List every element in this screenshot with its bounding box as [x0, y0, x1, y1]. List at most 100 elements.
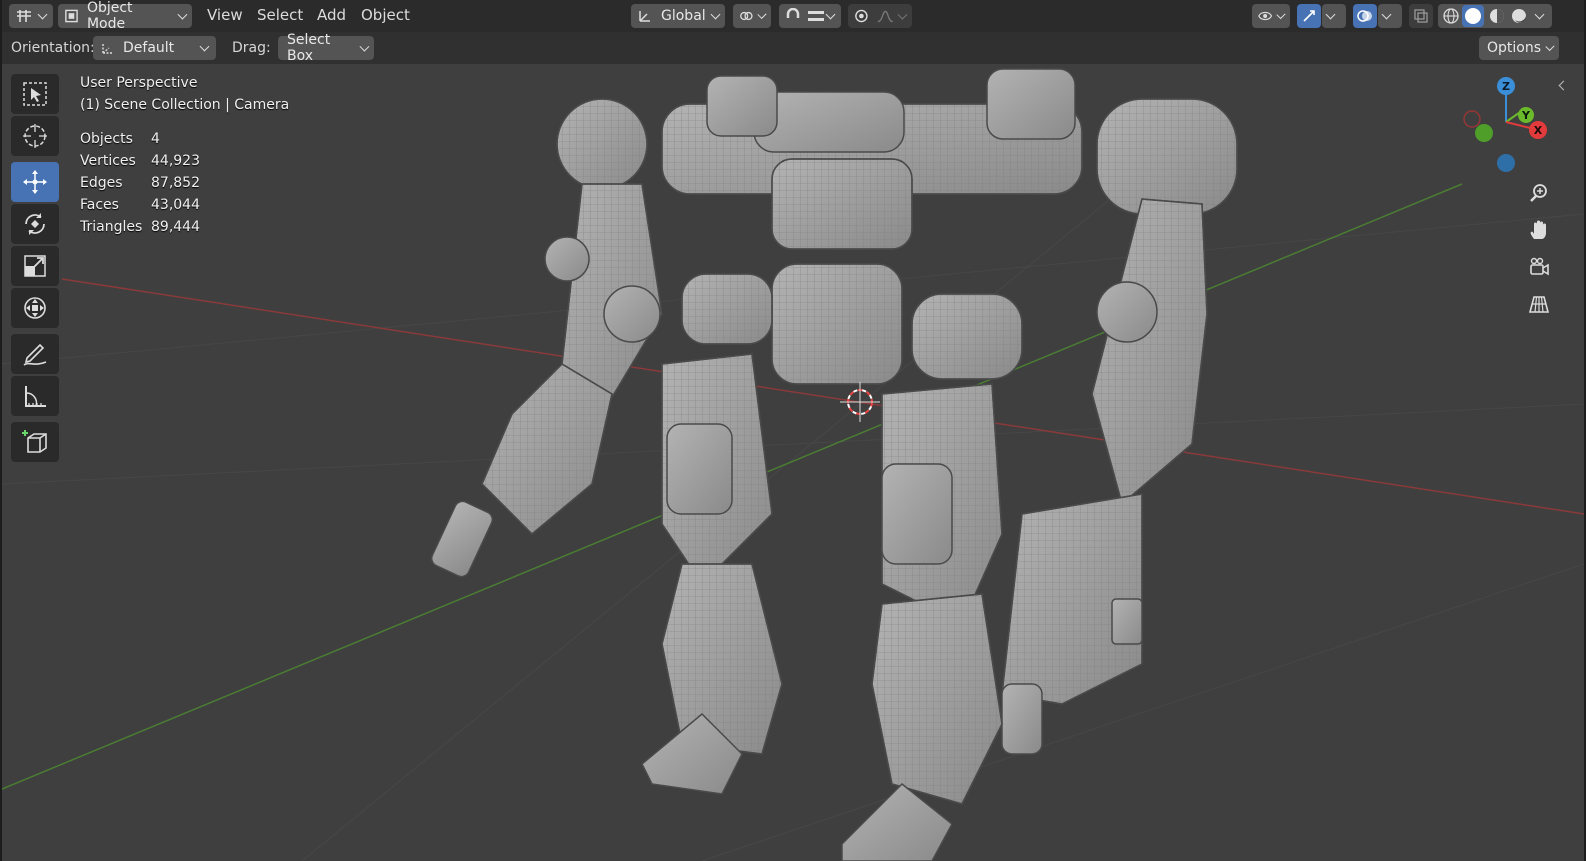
select-box-icon [23, 82, 47, 106]
tool-settings-bar: Orientation: Default Drag: Select Box Op… [2, 32, 1584, 64]
xray-icon [1414, 9, 1428, 23]
rotate-tool[interactable] [11, 204, 59, 244]
orientation-axes-icon [639, 11, 650, 22]
visibility-dropdown[interactable] [1252, 4, 1290, 28]
falloff-curve-icon [877, 10, 893, 23]
menu-object[interactable]: Object [361, 6, 410, 24]
zoom-icon [1530, 184, 1547, 202]
snap-group[interactable] [779, 4, 841, 28]
solid-shading-icon[interactable] [1462, 5, 1484, 27]
menu-select[interactable]: Select [257, 6, 303, 24]
stat-row: Faces 43,044 [80, 194, 200, 216]
zoom-button[interactable] [1523, 177, 1555, 209]
menu-view[interactable]: View [207, 6, 243, 24]
object-mode-icon [65, 9, 78, 23]
material-shading-icon[interactable] [1488, 7, 1506, 25]
menu-add[interactable]: Add [317, 6, 346, 24]
drag-dropdown[interactable]: Select Box [278, 32, 374, 64]
grid-line [701, 563, 1584, 861]
stat-value: 44,923 [151, 153, 200, 169]
stat-label: Vertices [80, 153, 136, 169]
editor-type-icon [17, 10, 31, 22]
camera-icon [1530, 257, 1549, 276]
scale-icon [24, 255, 46, 277]
wireframe-shading-icon[interactable] [1442, 7, 1460, 25]
orientation-default-icon [102, 44, 112, 54]
cursor-icon [23, 124, 47, 148]
stat-row: Objects 4 [80, 128, 200, 150]
grid-line [2, 403, 1584, 485]
measure-icon [25, 386, 46, 407]
mode-dropdown[interactable]: Object Mode [58, 0, 192, 32]
gizmo-y-label: Y [1521, 109, 1531, 122]
options-label: Options [1487, 40, 1542, 56]
header-bar: Object Mode View Select Add Object Globa… [2, 0, 1584, 32]
drag-value: Select Box [287, 32, 331, 64]
camera-view-button[interactable] [1523, 251, 1555, 283]
transform-tool[interactable] [11, 288, 59, 328]
stat-value: 4 [151, 131, 160, 147]
xray-toggle[interactable] [1409, 4, 1433, 28]
stats-table: Objects 4 Vertices 44,923 Edges 87,852 Face… [80, 128, 200, 238]
3d-viewport[interactable]: User Perspective (1) Scene Collection | … [2, 64, 1584, 861]
hand-icon [1530, 220, 1546, 239]
perspective-grid-icon [1528, 296, 1550, 313]
transform-orientation-dropdown[interactable]: Global [631, 4, 725, 28]
blender-window: Object Mode View Select Add Object Globa… [2, 0, 1584, 861]
gizmo-z-label: Z [1502, 80, 1510, 93]
cursor-tool[interactable] [11, 116, 59, 156]
stat-label: Edges [80, 175, 123, 191]
select-box-tool[interactable] [11, 74, 59, 114]
pan-button[interactable] [1523, 214, 1555, 246]
add-cube-tool[interactable] [11, 422, 59, 462]
rotate-icon [25, 213, 45, 235]
move-tool[interactable] [11, 162, 59, 202]
gizmo-toggle[interactable] [1297, 4, 1321, 28]
options-dropdown[interactable]: Options [1479, 36, 1559, 60]
drag-label: Drag: [232, 40, 271, 56]
editor-type-button[interactable] [9, 4, 53, 28]
add-cube-icon [22, 430, 47, 453]
orthographic-toggle-button[interactable] [1523, 288, 1555, 320]
viewport-stats-overlay: User Perspective (1) Scene Collection | … [80, 72, 289, 238]
gizmo-icon [1303, 10, 1315, 22]
pivot-icon [740, 11, 753, 21]
stat-row: Edges 87,852 [80, 172, 200, 194]
stat-label: Faces [80, 197, 119, 213]
snap-increment-icon [808, 11, 824, 21]
collection-label: (1) Scene Collection | Camera [80, 97, 290, 113]
robot-mesh [430, 68, 1238, 861]
stat-value: 87,852 [151, 175, 200, 191]
overlays-toggle[interactable] [1353, 4, 1377, 28]
perspective-label: User Perspective [80, 75, 198, 91]
pivot-dropdown[interactable] [733, 4, 771, 28]
stat-value: 89,444 [151, 219, 200, 235]
stat-row: Vertices 44,923 [80, 150, 200, 172]
stat-label: Triangles [80, 219, 143, 235]
annotate-tool[interactable] [11, 334, 59, 374]
proportional-edit-group[interactable] [848, 4, 912, 28]
orientation-dropdown[interactable]: Default [93, 36, 216, 60]
eye-icon [1258, 11, 1273, 21]
toolbar [11, 74, 59, 464]
mode-label: Object Mode [86, 0, 133, 32]
orientation-label: Global [661, 8, 706, 24]
overlays-icon [1357, 10, 1372, 22]
shading-group[interactable] [1438, 4, 1552, 28]
orientation-value: Default [123, 40, 175, 56]
orientation-setting-label: Orientation: [11, 40, 95, 56]
scale-tool[interactable] [11, 246, 59, 286]
rendered-shading-icon[interactable] [1510, 7, 1528, 25]
stat-value: 43,044 [151, 197, 200, 213]
move-icon [23, 170, 47, 194]
gizmo-dropdown[interactable] [1322, 4, 1346, 28]
annotate-icon [23, 343, 47, 366]
gizmo-x-label: X [1534, 124, 1543, 137]
stat-row: Triangles 89,444 [80, 216, 200, 238]
stat-label: Objects [80, 131, 133, 147]
magnet-icon [786, 8, 800, 18]
measure-tool[interactable] [11, 376, 59, 416]
navigation-gizmo[interactable]: Z Y X [1460, 72, 1560, 182]
transform-icon [24, 297, 46, 319]
overlays-dropdown[interactable] [1378, 4, 1402, 28]
